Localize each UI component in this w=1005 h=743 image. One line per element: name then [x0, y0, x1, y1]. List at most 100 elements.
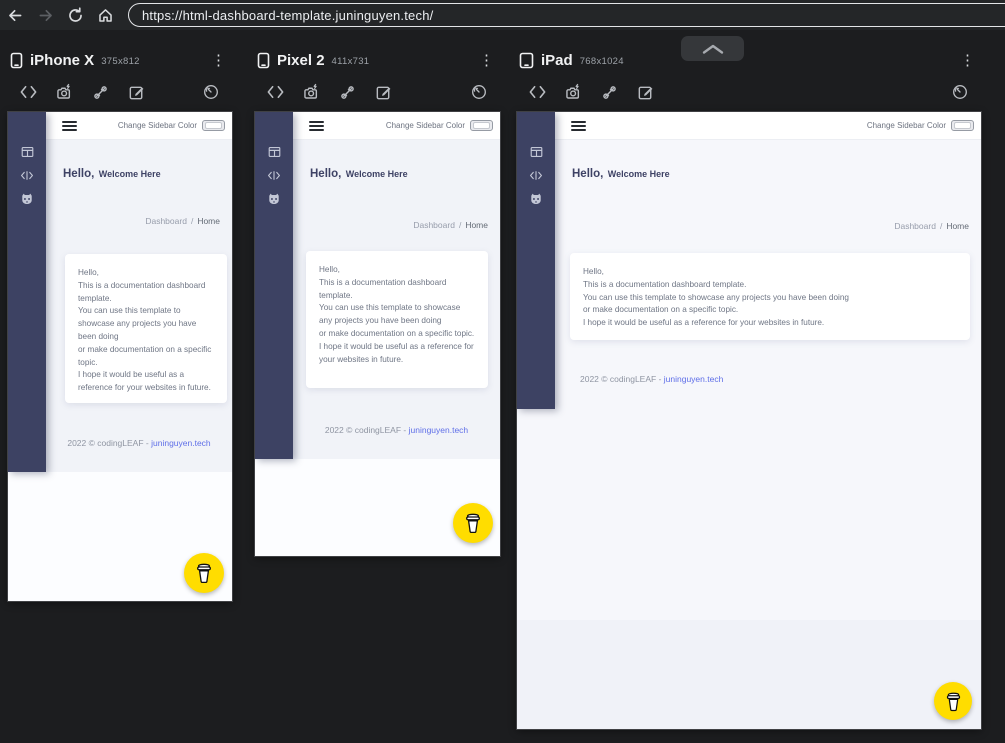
hamburger-menu-icon[interactable]	[571, 120, 586, 131]
site-topbar: Change Sidebar Color	[293, 112, 500, 140]
device-header: iPhone X 375x812 ⋮	[10, 47, 230, 73]
reload-icon[interactable]	[60, 0, 90, 30]
device-menu-button[interactable]: ⋮	[475, 51, 498, 70]
greeting-hello: Hello,	[310, 168, 342, 180]
footer-link[interactable]: juninguyen.tech	[409, 425, 469, 435]
intro-card: Hello, This is a documentation dashboard…	[570, 253, 970, 340]
layout-icon[interactable]	[530, 146, 543, 158]
breadcrumb-home: Home	[465, 220, 488, 230]
intro-card: Hello, This is a documentation dashboard…	[65, 254, 227, 403]
touch-interaction-icon[interactable]	[600, 83, 619, 102]
address-bar[interactable]: https://html-dashboard-template.juninguy…	[128, 3, 1005, 27]
edit-device-icon[interactable]	[374, 83, 393, 102]
history-icon[interactable]	[202, 83, 220, 101]
layout-icon[interactable]	[21, 146, 34, 158]
forward-icon[interactable]	[30, 0, 60, 30]
site-footer: 2022 © codingLEAF - juninguyen.tech	[324, 425, 469, 435]
tablet-icon	[519, 52, 534, 68]
footer-link[interactable]: juninguyen.tech	[151, 438, 211, 448]
phone-icon	[10, 52, 23, 68]
site-footer: 2022 © codingLEAF - juninguyen.tech	[580, 374, 724, 384]
device-screen-pixel-2: Change Sidebar Color Hello, Welcome Here…	[255, 112, 500, 556]
sidebar-color-toggle[interactable]	[951, 120, 974, 131]
page-background-lower	[517, 620, 981, 729]
coffee-cup-icon	[466, 513, 480, 534]
page-greeting: Hello, Welcome Here	[310, 164, 408, 182]
footer-link[interactable]: juninguyen.tech	[664, 374, 724, 384]
site-sidebar	[517, 112, 555, 409]
greeting-welcome: Welcome Here	[98, 169, 161, 179]
coffee-cup-icon	[946, 692, 960, 711]
breadcrumb-dashboard[interactable]: Dashboard	[145, 216, 187, 226]
github-icon[interactable]	[267, 193, 281, 205]
greeting-hello: Hello,	[63, 168, 95, 180]
intro-card: Hello, This is a documentation dashboard…	[306, 251, 488, 388]
home-icon[interactable]	[90, 0, 120, 30]
page-greeting: Hello, Welcome Here	[63, 164, 161, 182]
device-name: Pixel 2	[277, 51, 325, 69]
greeting-welcome: Welcome Here	[607, 169, 670, 179]
screenshot-camera-icon[interactable]	[302, 83, 321, 102]
url-text: https://html-dashboard-template.juninguy…	[142, 7, 434, 23]
breadcrumb: Dashboard / Home	[413, 220, 488, 230]
coffee-cup-icon	[197, 563, 211, 584]
page-greeting: Hello, Welcome Here	[572, 164, 670, 182]
device-toolbar	[517, 80, 981, 104]
device-header: iPad 768x1024 ⋮	[519, 47, 979, 73]
sidebar-color-toggle[interactable]	[202, 120, 225, 131]
buy-me-coffee-button[interactable]	[934, 682, 972, 720]
device-name: iPad	[541, 51, 573, 69]
site-footer: 2022 © codingLEAF - juninguyen.tech	[67, 438, 211, 448]
layout-icon[interactable]	[268, 146, 281, 158]
devtools-code-icon[interactable]	[528, 84, 547, 100]
greeting-hello: Hello,	[572, 168, 604, 180]
device-header: Pixel 2 411x731 ⋮	[257, 47, 498, 73]
github-icon[interactable]	[529, 193, 543, 205]
device-toolbar	[8, 80, 232, 104]
change-sidebar-color-label: Change Sidebar Color	[117, 121, 197, 130]
site-sidebar	[255, 112, 293, 459]
device-screen-ipad: Change Sidebar Color Hello, Welcome Here…	[517, 112, 981, 729]
responsive-preview-window: https://html-dashboard-template.juninguy…	[0, 0, 1005, 743]
back-icon[interactable]	[0, 0, 30, 30]
phone-icon	[257, 52, 270, 68]
device-dimensions: 411x731	[331, 56, 370, 67]
hamburger-menu-icon[interactable]	[62, 120, 77, 131]
breadcrumb-dashboard[interactable]: Dashboard	[894, 221, 936, 231]
history-icon[interactable]	[470, 83, 488, 101]
breadcrumb: Dashboard / Home	[894, 221, 969, 231]
edit-device-icon[interactable]	[127, 83, 146, 102]
device-menu-button[interactable]: ⋮	[956, 51, 979, 70]
breadcrumb-home: Home	[946, 221, 969, 231]
breadcrumb-dashboard[interactable]: Dashboard	[413, 220, 455, 230]
device-dimensions: 375x812	[101, 56, 140, 67]
change-sidebar-color-label: Change Sidebar Color	[385, 121, 465, 130]
greeting-welcome: Welcome Here	[345, 169, 408, 179]
device-menu-button[interactable]: ⋮	[207, 51, 230, 70]
change-sidebar-color-label: Change Sidebar Color	[866, 121, 946, 130]
edit-device-icon[interactable]	[636, 83, 655, 102]
devtools-code-icon[interactable]	[266, 84, 285, 100]
devtools-code-icon[interactable]	[19, 84, 38, 100]
screenshot-camera-icon[interactable]	[55, 83, 74, 102]
device-screen-iphone-x: Change Sidebar Color Hello, Welcome Here…	[8, 112, 232, 601]
breadcrumb-home: Home	[197, 216, 220, 226]
screenshot-camera-icon[interactable]	[564, 83, 583, 102]
device-dimensions: 768x1024	[579, 56, 624, 67]
touch-interaction-icon[interactable]	[338, 83, 357, 102]
code-icon[interactable]	[267, 170, 281, 181]
site-topbar: Change Sidebar Color	[46, 112, 232, 140]
code-icon[interactable]	[529, 170, 543, 181]
site-topbar: Change Sidebar Color	[555, 112, 981, 140]
device-toolbar	[255, 80, 500, 104]
browser-toolbar: https://html-dashboard-template.juninguy…	[0, 0, 1005, 30]
buy-me-coffee-button[interactable]	[184, 553, 224, 593]
touch-interaction-icon[interactable]	[91, 83, 110, 102]
site-sidebar	[8, 112, 46, 472]
code-icon[interactable]	[20, 170, 34, 181]
github-icon[interactable]	[20, 193, 34, 205]
hamburger-menu-icon[interactable]	[309, 120, 324, 131]
sidebar-color-toggle[interactable]	[470, 120, 493, 131]
history-icon[interactable]	[951, 83, 969, 101]
buy-me-coffee-button[interactable]	[453, 503, 493, 543]
